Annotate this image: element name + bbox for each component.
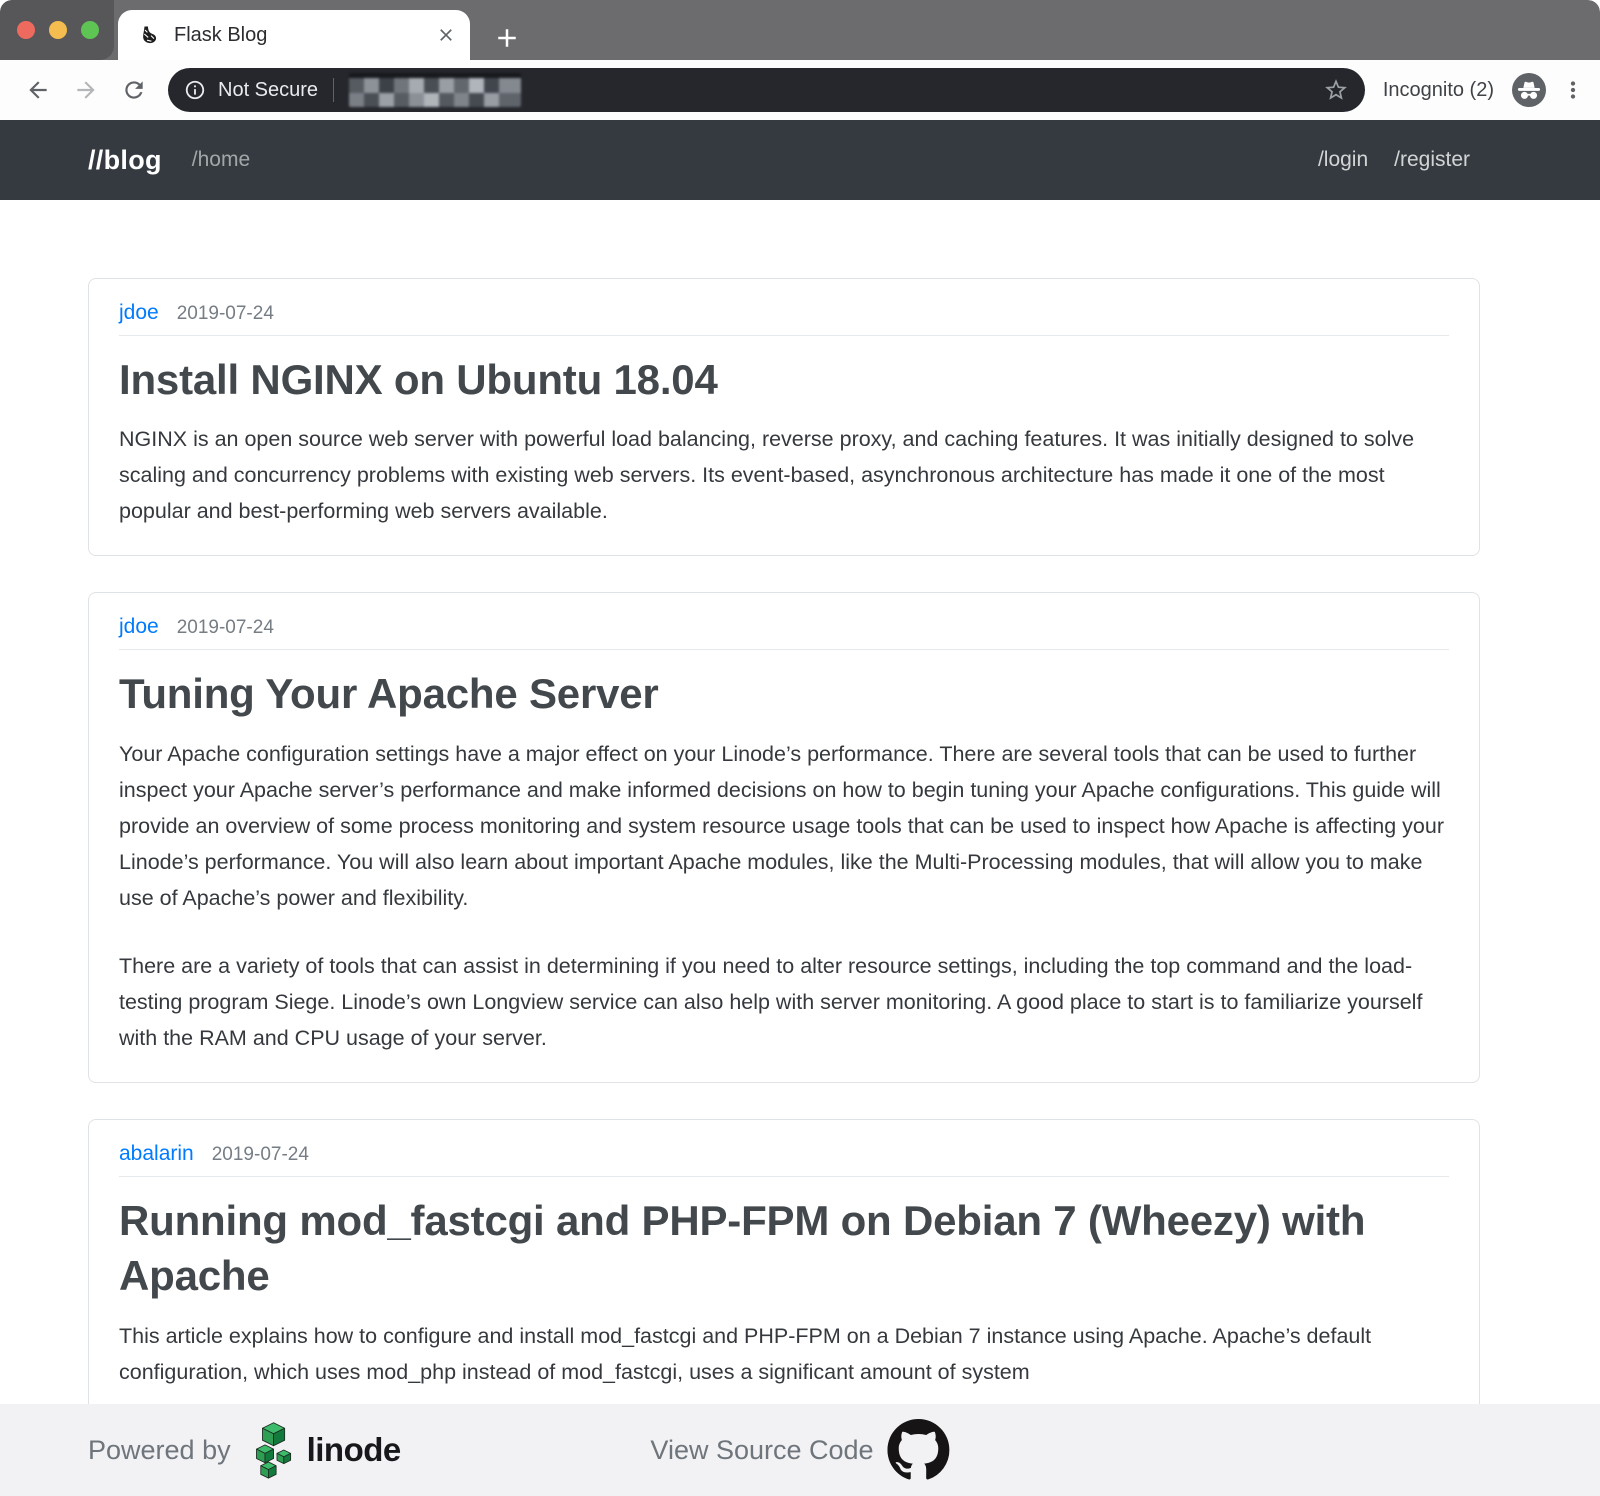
post-card: jdoe 2019-07-24 Install NGINX on Ubuntu … bbox=[88, 278, 1480, 556]
post-author-link[interactable]: jdoe bbox=[119, 301, 159, 325]
browser-menu-icon[interactable] bbox=[1560, 77, 1586, 103]
bookmark-star-icon[interactable] bbox=[1323, 77, 1349, 103]
meta-divider bbox=[119, 649, 1449, 650]
minimize-window-button[interactable] bbox=[49, 21, 67, 39]
nav-link-register[interactable]: /register bbox=[1394, 148, 1470, 172]
obscured-url bbox=[349, 73, 521, 107]
forward-icon[interactable] bbox=[73, 77, 99, 103]
post-meta: abalarin 2019-07-24 bbox=[119, 1142, 1449, 1166]
post-meta: jdoe 2019-07-24 bbox=[119, 301, 1449, 325]
post-excerpt: There are a variety of tools that can as… bbox=[119, 948, 1449, 1056]
post-author-link[interactable]: abalarin bbox=[119, 1142, 194, 1166]
flask-favicon-icon bbox=[138, 24, 160, 46]
post-title-link[interactable]: Tuning Your Apache Server bbox=[119, 666, 1449, 721]
zoom-window-button[interactable] bbox=[81, 21, 99, 39]
post-date: 2019-07-24 bbox=[177, 617, 274, 639]
back-icon[interactable] bbox=[25, 77, 51, 103]
close-tab-icon[interactable] bbox=[436, 25, 456, 45]
browser-tab[interactable]: Flask Blog bbox=[118, 10, 470, 60]
close-window-button[interactable] bbox=[17, 21, 35, 39]
tab-title: Flask Blog bbox=[174, 24, 436, 47]
navbar-brand[interactable]: //blog bbox=[88, 145, 162, 176]
security-label: Not Secure bbox=[218, 79, 318, 102]
traffic-light-panel bbox=[0, 0, 114, 60]
post-meta: jdoe 2019-07-24 bbox=[119, 615, 1449, 639]
post-title-link[interactable]: Running mod_fastcgi and PHP-FPM on Debia… bbox=[119, 1193, 1449, 1304]
powered-by-label: Powered by bbox=[88, 1435, 231, 1466]
omnibox-divider bbox=[333, 78, 334, 102]
info-icon[interactable] bbox=[184, 79, 206, 101]
github-icon[interactable] bbox=[888, 1419, 950, 1481]
tab-strip: Flask Blog bbox=[0, 0, 1600, 60]
reload-icon[interactable] bbox=[121, 77, 147, 103]
incognito-label: Incognito (2) bbox=[1383, 79, 1494, 102]
view-source-link[interactable]: View Source Code bbox=[650, 1435, 873, 1466]
post-excerpt: Your Apache configuration settings have … bbox=[119, 736, 1449, 916]
site-navbar: //blog /home /login /register bbox=[0, 120, 1600, 200]
post-title-link[interactable]: Install NGINX on Ubuntu 18.04 bbox=[119, 352, 1449, 407]
browser-window: Flask Blog Not Secure bbox=[0, 0, 1600, 1496]
browser-toolbar: Not Secure bbox=[0, 60, 1600, 120]
view-source-group: View Source Code bbox=[650, 1419, 949, 1481]
post-card: abalarin 2019-07-24 Running mod_fastcgi … bbox=[88, 1119, 1480, 1417]
meta-divider bbox=[119, 1176, 1449, 1177]
powered-by-group: Powered by linode bbox=[88, 1421, 401, 1479]
linode-wordmark[interactable]: linode bbox=[307, 1431, 401, 1469]
post-card: jdoe 2019-07-24 Tuning Your Apache Serve… bbox=[88, 592, 1480, 1082]
incognito-avatar-icon[interactable] bbox=[1512, 73, 1546, 107]
post-list: jdoe 2019-07-24 Install NGINX on Ubuntu … bbox=[0, 200, 1600, 1417]
post-date: 2019-07-24 bbox=[212, 1144, 309, 1166]
address-bar[interactable]: Not Secure bbox=[168, 68, 1365, 112]
page-footer: Powered by linode bbox=[0, 1404, 1600, 1496]
new-tab-icon[interactable] bbox=[492, 23, 522, 53]
toolbar-right: Incognito (2) bbox=[1383, 73, 1586, 107]
post-date: 2019-07-24 bbox=[177, 303, 274, 325]
navbar-right: /login /register bbox=[1318, 148, 1480, 172]
post-author-link[interactable]: jdoe bbox=[119, 615, 159, 639]
nav-link-home[interactable]: /home bbox=[192, 148, 250, 172]
linode-logo-icon[interactable] bbox=[245, 1421, 297, 1479]
nav-link-login[interactable]: /login bbox=[1318, 148, 1368, 172]
meta-divider bbox=[119, 335, 1449, 336]
post-excerpt: NGINX is an open source web server with … bbox=[119, 421, 1449, 529]
post-excerpt: This article explains how to configure a… bbox=[119, 1318, 1449, 1390]
